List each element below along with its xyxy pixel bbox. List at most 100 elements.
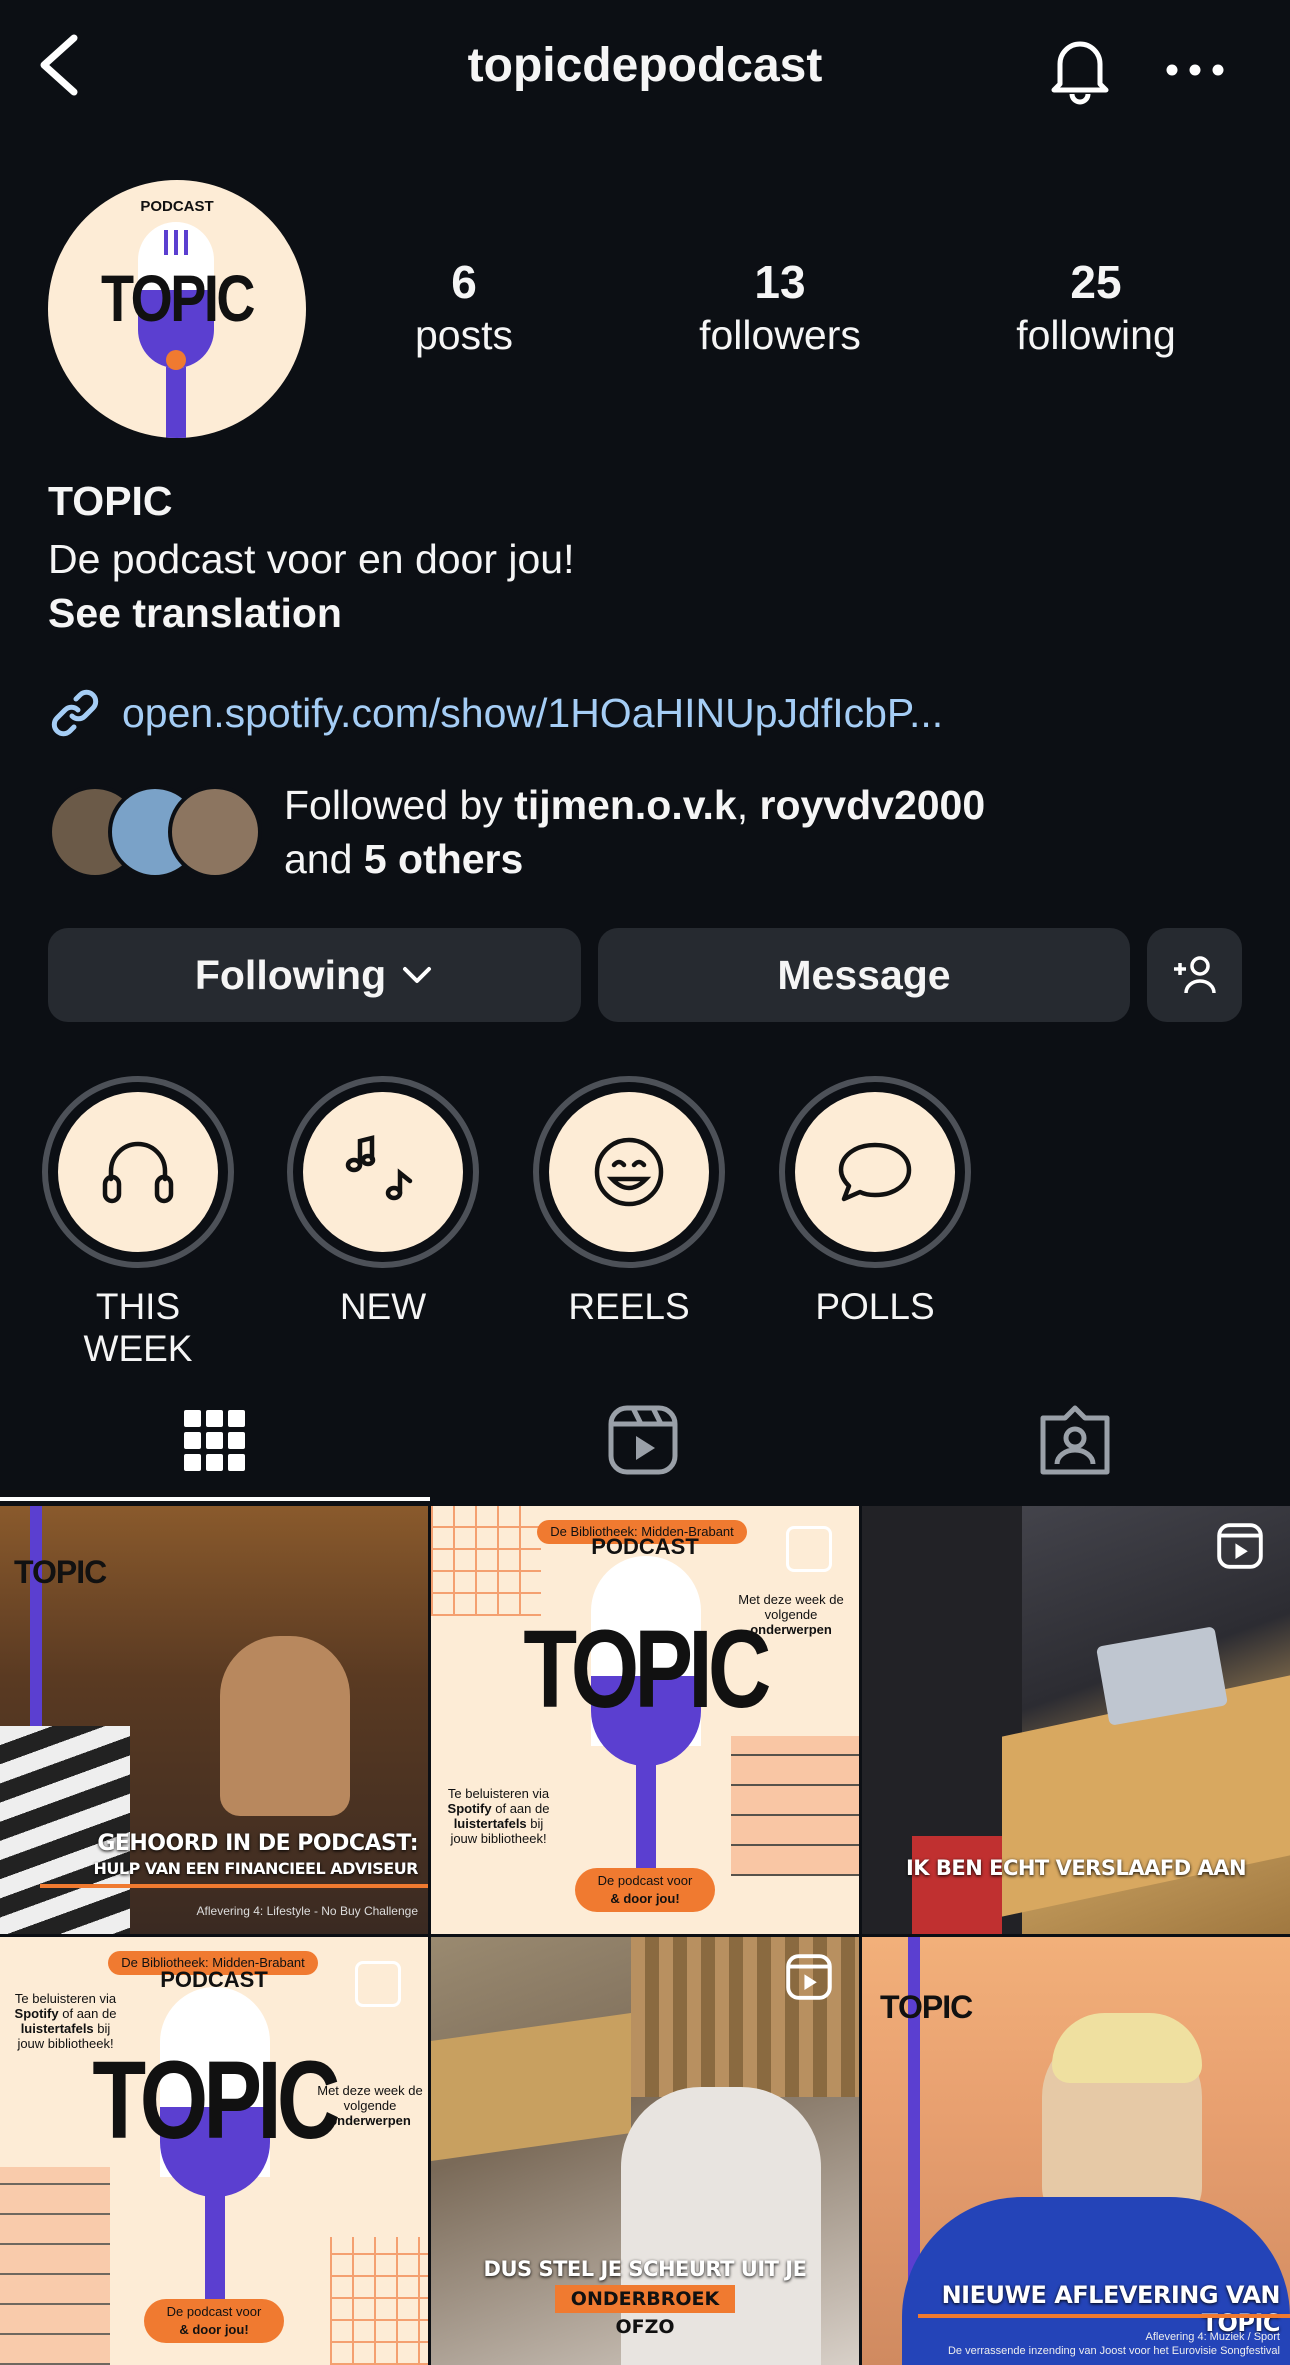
side-note-text: Met deze week de volgende [738, 1592, 844, 1622]
followers-label: followers [699, 312, 861, 358]
highlight-label: THIS WEEK [83, 1286, 193, 1369]
podcast-pill: De podcast voor & door jou! [575, 1868, 715, 1912]
stat-posts[interactable]: 6 posts [334, 255, 594, 361]
highlight-ring [287, 1076, 479, 1268]
left-note-text: Te beluisteren via [447, 1786, 550, 1801]
add-person-icon [1173, 956, 1216, 994]
followed-user-link[interactable]: tijmen.o.v.k [514, 782, 737, 828]
profile-link[interactable]: open.spotify.com/show/1HOaHINUpJdfIcbP..… [48, 686, 943, 740]
highlight-label: POLLS [815, 1286, 935, 1327]
post-thumbnail[interactable]: TOPIC GEHOORD IN DE PODCAST: HULP VAN EE… [0, 1506, 428, 1934]
left-note: Te beluisteren via Spotify of aan de lui… [441, 1786, 556, 1846]
pill-text-bold: & door jou! [179, 2322, 249, 2337]
speech-bubble-icon [838, 1142, 912, 1202]
post-thumbnail[interactable]: TOPIC NIEUWE AFLEVERING VAN TOPIC Afleve… [862, 1937, 1290, 2365]
grid-pattern [731, 1736, 859, 1876]
post-caption: IK BEN ECHT VERSLAAFD AAN [905, 1856, 1247, 1880]
left-note-bold: luistertafels [453, 1816, 527, 1831]
active-tab-indicator [0, 1497, 430, 1501]
reel-icon [1217, 1523, 1263, 1569]
stat-following[interactable]: 25 following [966, 255, 1226, 361]
post-thumbnail[interactable]: IK BEN ECHT VERSLAAFD AAN [862, 1506, 1290, 1934]
reels-tab-icon[interactable] [603, 1400, 683, 1480]
person-photo [220, 1636, 350, 1816]
side-note-text: Met deze week de volgende [317, 2083, 423, 2113]
post-footer: Aflevering 4: Lifestyle - No Buy Challen… [196, 1904, 418, 1918]
highlight-cover [58, 1092, 218, 1252]
post-title: GEHOORD IN DE PODCAST: [97, 1831, 418, 1856]
post-footer: Aflevering 4: Muziek / Sport [1145, 2331, 1280, 2343]
post-title: NIEUWE AFLEVERING VAN TOPIC [941, 2281, 1281, 2337]
podcast-small-text: PODCAST [160, 1967, 268, 1992]
highlight-label: NEW [339, 1286, 427, 1327]
message-button[interactable]: Message [598, 928, 1130, 1022]
hair-photo [1052, 2013, 1202, 2083]
followed-and: and [284, 836, 364, 882]
accent-line [40, 1884, 428, 1888]
chair-photo [912, 1836, 1002, 1934]
left-note-text: of aan de [495, 1801, 550, 1816]
left-note-bold: Spotify [14, 2006, 59, 2021]
accent-line [918, 2314, 1290, 2318]
highlight-new[interactable]: NEW [285, 1076, 481, 1328]
post-thumbnail[interactable]: DUS STEL JE SCHEURT UIT JE ONDERBROEK OF… [431, 1937, 859, 2365]
tagged-tab-icon[interactable] [1035, 1400, 1115, 1480]
table-photo [431, 2012, 631, 2162]
more-options-icon[interactable] [1160, 40, 1230, 100]
notification-bell-icon[interactable] [1040, 28, 1120, 108]
following-button[interactable]: Following [48, 928, 581, 1022]
chevron-down-icon [403, 967, 432, 983]
followed-others-link[interactable]: 5 others [364, 836, 524, 882]
striped-shirt-photo [0, 1726, 130, 1934]
followed-by-text: Followed by tijmen.o.v.k, royvdv2000 and… [284, 778, 985, 886]
left-note-bold: luistertafels [20, 2021, 94, 2036]
pill-text: De podcast voor [597, 1873, 693, 1888]
pill-text-bold: & door jou! [610, 1891, 680, 1906]
left-note: Te beluisteren via Spotify of aan de lui… [8, 1991, 123, 2051]
podcast-small-text: PODCAST [591, 1534, 699, 1559]
headphones-icon [102, 1141, 174, 1204]
followed-user-link[interactable]: royvdv2000 [760, 782, 986, 828]
post-logo: TOPIC [14, 1554, 107, 1590]
profile-avatar[interactable]: PODCAST TOPIC [48, 180, 306, 438]
stat-followers[interactable]: 13 followers [650, 255, 910, 361]
highlight-ring [533, 1076, 725, 1268]
profile-bio: De podcast voor en door jou! [48, 536, 575, 582]
followed-by[interactable]: Followed by tijmen.o.v.k, royvdv2000 and… [48, 782, 985, 882]
posts-label: posts [415, 312, 513, 358]
left-note-bold: Spotify [447, 1801, 492, 1816]
message-button-label: Message [777, 951, 951, 998]
post-subtitle: HULP VAN EEN FINANCIEEL ADVISEUR [93, 1859, 419, 1878]
highlight-this-week[interactable]: THIS WEEK [40, 1076, 236, 1370]
see-translation-link[interactable]: See translation [48, 590, 342, 637]
post-logo: TOPIC [880, 1989, 973, 2025]
highlight-cover [795, 1092, 955, 1252]
post-caption: DUS STEL JE SCHEURT UIT JE [483, 2257, 807, 2281]
podcast-pill: De podcast voor & door jou! [144, 2299, 284, 2343]
following-label: following [1016, 312, 1176, 358]
avatar-logo-text: TOPIC [100, 261, 256, 335]
post-footer-2: De verrassende inzending van Joost voor … [947, 2345, 1280, 2357]
following-count: 25 [1070, 256, 1122, 308]
smiley-icon [594, 1137, 664, 1207]
suggest-people-button[interactable] [1147, 928, 1242, 1022]
post-thumbnail[interactable]: De Bibliotheek: Midden-Brabant PODCAST T… [431, 1506, 859, 1934]
pill-text: De podcast voor [166, 2304, 262, 2319]
highlight-label: REELS [568, 1286, 690, 1327]
grid-tab-icon[interactable] [174, 1400, 254, 1480]
grid-pattern [431, 1506, 541, 1616]
highlight-polls[interactable]: POLLS [777, 1076, 973, 1328]
highlight-reels[interactable]: REELS [531, 1076, 727, 1328]
highlight-cover [303, 1092, 463, 1252]
grid-pattern [0, 2167, 110, 2365]
followed-separator: , [736, 782, 760, 828]
reel-icon [786, 1954, 832, 2000]
left-note-text: Te beluisteren via [14, 1991, 117, 2006]
followers-count: 13 [754, 256, 806, 308]
left-note-text: of aan de [62, 2006, 117, 2021]
highlight-ring [42, 1076, 234, 1268]
follower-avatar [168, 785, 262, 879]
followed-prefix: Followed by [284, 782, 515, 828]
post-thumbnail[interactable]: De Bibliotheek: Midden-Brabant PODCAST T… [0, 1937, 428, 2365]
posts-count: 6 [451, 256, 477, 308]
